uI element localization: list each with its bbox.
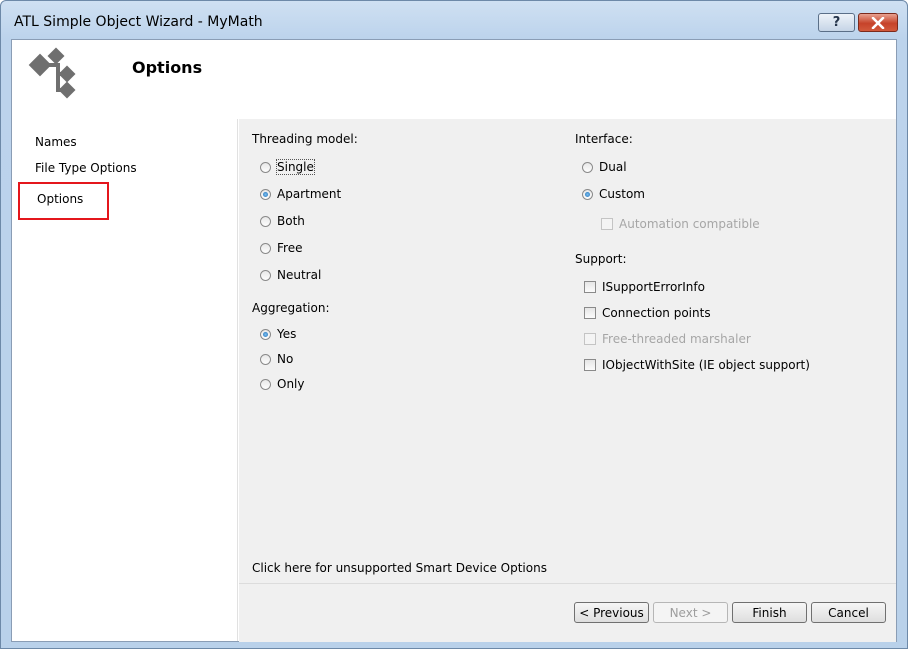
radio-yes-indicator (260, 328, 271, 340)
wizard-nav: Names File Type Options Options (12, 119, 238, 641)
button-bar: < Previous Next > Finish Cancel (239, 583, 896, 642)
options-panel: Threading model: Single Apartment Both F… (239, 119, 896, 583)
page-title: Options (132, 58, 203, 77)
radio-free-indicator (260, 242, 271, 254)
radio-no-label: No (277, 352, 294, 366)
checkbox-automation-compatible-label: Automation compatible (619, 217, 760, 231)
radio-yes-label: Yes (277, 327, 297, 341)
checkbox-isupporterrorinfo-label: ISupportErrorInfo (602, 280, 705, 294)
checkbox-iobjectwithsite[interactable]: IObjectWithSite (IE object support) (584, 358, 810, 372)
radio-neutral-indicator (260, 269, 271, 281)
next-button[interactable]: Next > (653, 602, 728, 623)
radio-no-indicator (260, 353, 271, 365)
aggregation-label: Aggregation: (252, 301, 330, 315)
radio-both-indicator (260, 215, 271, 227)
radio-custom[interactable]: Custom (582, 187, 645, 201)
cancel-button[interactable]: Cancel (811, 602, 886, 623)
finish-button[interactable]: Finish (732, 602, 807, 623)
radio-neutral-label: Neutral (277, 268, 322, 282)
radio-apartment[interactable]: Apartment (260, 187, 341, 201)
checkbox-isupporterrorinfo[interactable]: ISupportErrorInfo (584, 280, 705, 294)
checkbox-connection-points[interactable]: Connection points (584, 306, 711, 320)
wizard-class-icon (28, 47, 76, 99)
radio-single[interactable]: Single (260, 159, 315, 175)
radio-yes[interactable]: Yes (260, 327, 296, 341)
checkbox-connection-points-box (584, 307, 596, 319)
nav-item-file-type-options[interactable]: File Type Options (35, 161, 137, 175)
nav-item-options[interactable]: Options (37, 192, 83, 206)
interface-label: Interface: (575, 132, 633, 146)
checkbox-free-threaded-marshaler-label: Free-threaded marshaler (602, 332, 751, 346)
wizard-header: Options (12, 40, 896, 119)
checkbox-free-threaded-marshaler: Free-threaded marshaler (584, 332, 751, 346)
nav-item-names[interactable]: Names (35, 135, 77, 149)
radio-both-label: Both (277, 214, 305, 228)
radio-only-indicator (260, 378, 271, 390)
wizard-content: Options Names File Type Options Options … (11, 39, 897, 642)
radio-only-label: Only (277, 377, 305, 391)
smart-device-options-link[interactable]: Click here for unsupported Smart Device … (252, 561, 547, 575)
checkbox-iobjectwithsite-label: IObjectWithSite (IE object support) (602, 358, 810, 372)
radio-custom-indicator (582, 188, 593, 200)
radio-no[interactable]: No (260, 352, 293, 366)
window-title: ATL Simple Object Wizard - MyMath (14, 14, 263, 30)
radio-single-indicator (260, 161, 271, 173)
close-button[interactable] (858, 13, 898, 32)
radio-free[interactable]: Free (260, 241, 302, 255)
checkbox-connection-points-label: Connection points (602, 306, 711, 320)
threading-model-label: Threading model: (252, 132, 358, 146)
radio-single-label: Single (276, 159, 315, 175)
help-button[interactable]: ? (818, 13, 855, 32)
radio-free-label: Free (277, 241, 303, 255)
support-label: Support: (575, 252, 627, 266)
checkbox-automation-compatible-box (601, 218, 613, 230)
close-icon (871, 16, 885, 29)
checkbox-iobjectwithsite-box (584, 359, 596, 371)
radio-dual[interactable]: Dual (582, 160, 627, 174)
radio-dual-indicator (582, 161, 593, 173)
radio-neutral[interactable]: Neutral (260, 268, 321, 282)
radio-custom-label: Custom (599, 187, 645, 201)
radio-apartment-label: Apartment (277, 187, 342, 201)
radio-both[interactable]: Both (260, 214, 305, 228)
radio-only[interactable]: Only (260, 377, 305, 391)
checkbox-free-threaded-marshaler-box (584, 333, 596, 345)
checkbox-automation-compatible: Automation compatible (601, 217, 760, 231)
help-icon: ? (832, 15, 841, 30)
radio-apartment-indicator (260, 188, 271, 200)
title-bar[interactable]: ATL Simple Object Wizard - MyMath ? (1, 1, 907, 39)
radio-dual-label: Dual (599, 160, 627, 174)
checkbox-isupporterrorinfo-box (584, 281, 596, 293)
previous-button[interactable]: < Previous (574, 602, 649, 623)
wizard-window: ATL Simple Object Wizard - MyMath ? Opti… (0, 0, 908, 649)
